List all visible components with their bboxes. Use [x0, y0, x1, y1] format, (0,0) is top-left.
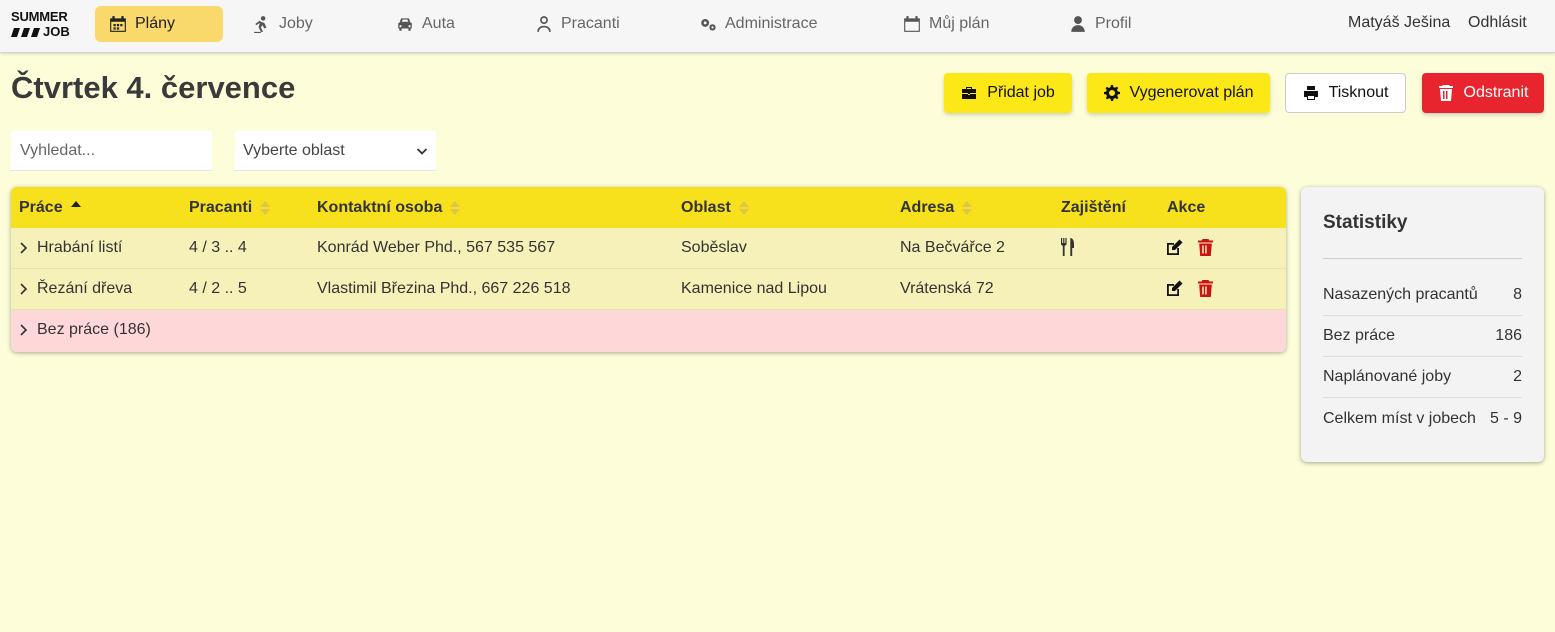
sort-icon: [962, 200, 973, 216]
search-input[interactable]: [11, 131, 212, 171]
area-select-value: Vyberte oblast: [243, 141, 345, 159]
cell-area: Soběslav: [681, 239, 747, 256]
delete-plan-button[interactable]: Odstranit: [1422, 73, 1544, 113]
gear-icon: [1103, 85, 1120, 101]
cell-contact: Konrád Weber Phd., 567 535 567: [317, 239, 556, 256]
nav-item-profil[interactable]: Profil: [1069, 6, 1131, 42]
divider: [1323, 258, 1522, 259]
table-row[interactable]: Řezání dřeva 4 / 2 .. 5 Vlastimil Březin…: [11, 269, 1286, 310]
table-row[interactable]: Hrabání listí 4 / 3 .. 4 Konrád Weber Ph…: [11, 228, 1286, 269]
column-header-oblast[interactable]: Oblast: [681, 199, 749, 217]
table-header: Práce Pracanti Kontaktní osoba Oblast Ad…: [11, 187, 1286, 228]
calendar-icon: [904, 16, 920, 32]
user-icon: [1071, 16, 1085, 32]
area-select[interactable]: Vyberte oblast: [235, 131, 436, 171]
stat-label: Celkem míst v jobech: [1323, 409, 1476, 427]
nav-item-joby[interactable]: Joby: [253, 6, 313, 42]
nav-item-label: Můj plán: [929, 15, 990, 32]
cell-contact: Vlastimil Březina Phd., 667 226 518: [317, 280, 571, 297]
column-header-prace[interactable]: Práce: [19, 199, 81, 217]
nav-item-administrace[interactable]: Administrace: [699, 6, 817, 42]
jobs-table: Práce Pracanti Kontaktní osoba Oblast Ad…: [11, 187, 1286, 352]
cell-workers: 4 / 2 .. 5: [189, 280, 247, 297]
chevron-down-icon: [416, 147, 428, 155]
briefcase-icon: [962, 87, 977, 99]
trash-icon[interactable]: [1198, 280, 1213, 297]
stat-label: Naplánované joby: [1323, 368, 1452, 385]
generate-plan-button[interactable]: Vygenerovat plán: [1087, 73, 1270, 113]
stat-label: Nasazených pracantů: [1323, 286, 1478, 303]
logo-stripes-icon: [11, 28, 40, 37]
cell-area: Kamenice nad Lipou: [681, 280, 827, 297]
nav-item-muj-plan[interactable]: Můj plán: [903, 6, 989, 42]
nav-item-label: Plány: [135, 15, 176, 32]
column-header-adresa[interactable]: Adresa: [900, 199, 973, 217]
chevron-right-icon[interactable]: [19, 283, 28, 295]
worker-icon: [254, 16, 267, 33]
nav-item-label: Profil: [1095, 15, 1132, 32]
sort-icon: [738, 200, 749, 216]
chevron-right-icon[interactable]: [19, 324, 28, 336]
column-header-zajisteni: Zajištění: [1061, 199, 1126, 216]
printer-icon: [1303, 86, 1318, 100]
logout-link[interactable]: Odhlásit: [1468, 14, 1527, 32]
nav-item-label: Administrace: [725, 15, 818, 32]
unassigned-row[interactable]: Bez práce (186): [11, 310, 1286, 352]
user-name[interactable]: Matyáš Ješina: [1348, 14, 1450, 32]
calendar-icon: [110, 16, 126, 32]
cell-address: Vrátenská 72: [900, 280, 994, 297]
statistics-panel: Statistiky Nasazených pracantů 8 Bez prá…: [1301, 187, 1544, 462]
edit-icon[interactable]: [1166, 239, 1183, 256]
nav-item-plany[interactable]: Plány: [95, 6, 223, 42]
stat-value: 186: [1495, 327, 1522, 344]
chevron-right-icon[interactable]: [19, 242, 28, 254]
delete-plan-label: Odstranit: [1463, 84, 1529, 101]
cell-address: Na Bečvářce 2: [900, 239, 1005, 256]
stat-label: Bez práce: [1323, 327, 1396, 344]
car-icon: [398, 18, 412, 31]
column-header-pracanti[interactable]: Pracanti: [189, 199, 271, 217]
print-label: Tisknout: [1328, 84, 1389, 101]
stat-row: Bez práce 186: [1323, 316, 1522, 357]
sort-icon: [450, 200, 461, 216]
unassigned-label: Bez práce (186): [37, 321, 151, 338]
generate-plan-label: Vygenerovat plán: [1129, 84, 1254, 101]
stat-value: 8: [1513, 286, 1522, 303]
top-navbar: SUMMER JOB Plány Joby Auta Pracanti Admi…: [0, 0, 1555, 53]
cell-workers: 4 / 3 .. 4: [189, 239, 247, 256]
nav-item-label: Joby: [279, 15, 313, 32]
stat-value: 5 - 9: [1489, 409, 1522, 427]
nav-item-label: Pracanti: [561, 15, 620, 32]
stat-row: Celkem míst v jobech 5 - 9: [1323, 398, 1522, 439]
add-job-button[interactable]: Přidat job: [944, 73, 1072, 113]
statistics-title: Statistiky: [1323, 212, 1408, 233]
sort-icon: [260, 200, 271, 216]
add-job-label: Přidat job: [987, 84, 1055, 101]
stat-row: Naplánované joby 2: [1323, 357, 1522, 398]
trash-icon: [1438, 85, 1453, 101]
edit-icon[interactable]: [1166, 280, 1183, 297]
logo-text-line2: JOB: [43, 24, 70, 39]
column-header-akce: Akce: [1167, 199, 1206, 216]
stat-row: Nasazených pracantů 8: [1323, 275, 1522, 316]
nav-item-label: Auta: [422, 15, 455, 32]
sort-asc-icon: [70, 200, 81, 216]
nav-item-pracanti[interactable]: Pracanti: [535, 6, 620, 42]
summerjob-logo[interactable]: SUMMER JOB: [11, 9, 73, 43]
cell-job: Řezání dřeva: [37, 280, 133, 297]
trash-icon[interactable]: [1198, 239, 1213, 256]
cell-job: Hrabání listí: [37, 239, 123, 256]
logo-text-line1: SUMMER: [11, 9, 68, 24]
food-icon: [1061, 238, 1074, 256]
column-header-kontaktni-osoba[interactable]: Kontaktní osoba: [317, 199, 461, 217]
page-title: Čtvrtek 4. července: [11, 70, 296, 105]
user-outline-icon: [537, 16, 551, 32]
print-button[interactable]: Tisknout: [1285, 73, 1406, 113]
gears-icon: [701, 18, 716, 31]
stat-value: 2: [1513, 368, 1522, 385]
nav-item-auta[interactable]: Auta: [396, 6, 455, 42]
